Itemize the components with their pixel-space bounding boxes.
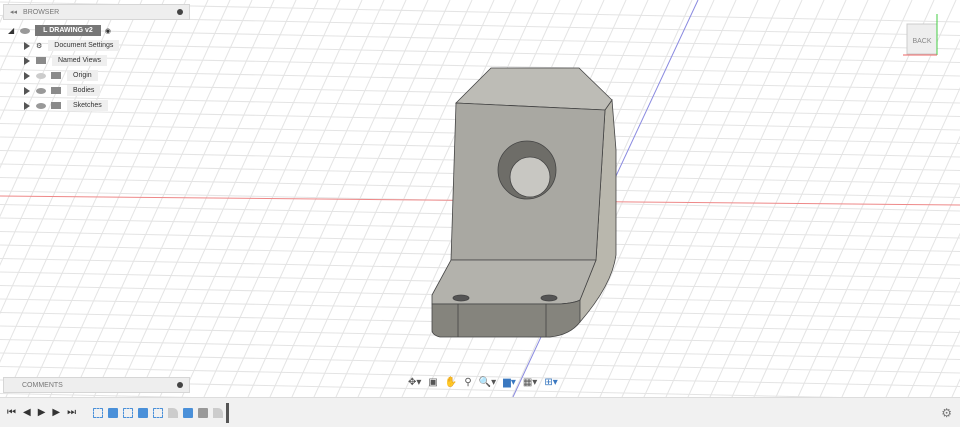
comments-title: COMMENTS — [22, 381, 63, 389]
expand-icon[interactable] — [24, 56, 30, 65]
tree-item-label: Bodies — [67, 85, 101, 96]
activate-radio-icon[interactable]: ◉ — [105, 27, 111, 35]
browser-panel-header[interactable]: ◂◂ BROWSER — [3, 4, 190, 20]
view-cube[interactable]: BACK — [903, 14, 938, 56]
navigation-toolbar: ✥▾ ▣ ✋ ⚲ 🔍▾ ▆▾ ▦▾ ⊞▾ — [408, 377, 558, 388]
expand-icon[interactable] — [24, 71, 30, 80]
expand-icon[interactable] — [24, 101, 30, 110]
3d-viewport[interactable]: BACK — [0, 0, 960, 397]
expand-icon[interactable] — [24, 41, 30, 50]
timeline-sketch-icon[interactable] — [123, 407, 134, 418]
go-to-start-icon[interactable]: ⏮ — [7, 407, 16, 418]
browser-root[interactable]: ◢ L DRAWING v2 ◉ — [8, 23, 119, 38]
timeline-fillet-icon[interactable] — [213, 407, 224, 418]
pin-icon[interactable] — [177, 9, 183, 15]
collapse-triangle-icon[interactable]: ◢ — [8, 26, 14, 35]
comments-panel-header[interactable]: COMMENTS — [3, 377, 190, 393]
orbit-icon[interactable]: ✥▾ — [408, 377, 421, 388]
view-cube-face-label: BACK — [912, 38, 931, 45]
browser-tree: ◢ L DRAWING v2 ◉ ⚙ Document Settings Name… — [8, 23, 120, 113]
eye-icon[interactable] — [20, 27, 31, 34]
tree-item-label: Named Views — [52, 55, 108, 66]
tree-item-origin[interactable]: Origin — [24, 68, 119, 83]
gear-icon: ⚙ — [36, 42, 43, 50]
timeline-fillet-icon[interactable] — [168, 407, 179, 418]
collapse-icon[interactable]: ◂◂ — [10, 8, 17, 16]
gear-icon[interactable]: ⚙ — [941, 406, 952, 420]
tree-item-bodies[interactable]: Bodies — [24, 83, 119, 98]
root-component-label: L DRAWING v2 — [35, 25, 101, 36]
pan-icon[interactable]: ✋ — [445, 377, 457, 388]
timeline-extrude-icon[interactable] — [138, 407, 149, 418]
step-forward-icon[interactable]: ▶ — [52, 407, 60, 418]
expand-icon[interactable] — [24, 86, 30, 95]
eye-icon[interactable] — [36, 72, 46, 79]
folder-icon — [51, 102, 61, 109]
folder-icon — [51, 72, 61, 79]
browser-title: BROWSER — [23, 8, 60, 16]
pin-icon[interactable] — [177, 382, 183, 388]
eye-icon[interactable] — [36, 87, 46, 94]
tree-item-label: Origin — [67, 70, 98, 81]
timeline-marker[interactable] — [226, 402, 230, 423]
folder-icon — [51, 87, 61, 94]
tree-item-label: Document Settings — [48, 40, 120, 51]
timeline-hole-icon[interactable] — [198, 407, 209, 418]
tree-item-named-views[interactable]: Named Views — [24, 53, 119, 68]
timeline-extrude-icon[interactable] — [108, 407, 119, 418]
look-at-icon[interactable]: ▣ — [428, 377, 437, 388]
folder-icon — [36, 57, 46, 64]
step-back-icon[interactable]: ◀ — [23, 407, 31, 418]
fit-icon[interactable]: 🔍▾ — [479, 377, 496, 388]
tree-item-label: Sketches — [67, 100, 108, 111]
display-settings-icon[interactable]: ▆▾ — [503, 377, 516, 388]
timeline-extrude-icon[interactable] — [183, 407, 194, 418]
timeline-sketch-icon[interactable] — [93, 407, 104, 418]
l-bracket-body[interactable] — [431, 67, 617, 338]
zoom-icon[interactable]: ⚲ — [464, 377, 471, 388]
viewports-icon[interactable]: ⊞▾ — [544, 377, 557, 388]
play-icon[interactable]: ▶ — [38, 407, 46, 418]
go-to-end-icon[interactable]: ⏭ — [67, 407, 76, 418]
tree-item-document-settings[interactable]: ⚙ Document Settings — [24, 38, 120, 53]
timeline: ⏮ ◀ ▶ ▶ ⏭ ⚙ — [0, 397, 960, 427]
grid-settings-icon[interactable]: ▦▾ — [523, 377, 537, 388]
tree-item-sketches[interactable]: Sketches — [24, 98, 119, 113]
eye-icon[interactable] — [36, 102, 46, 109]
timeline-sketch-icon[interactable] — [153, 407, 164, 418]
